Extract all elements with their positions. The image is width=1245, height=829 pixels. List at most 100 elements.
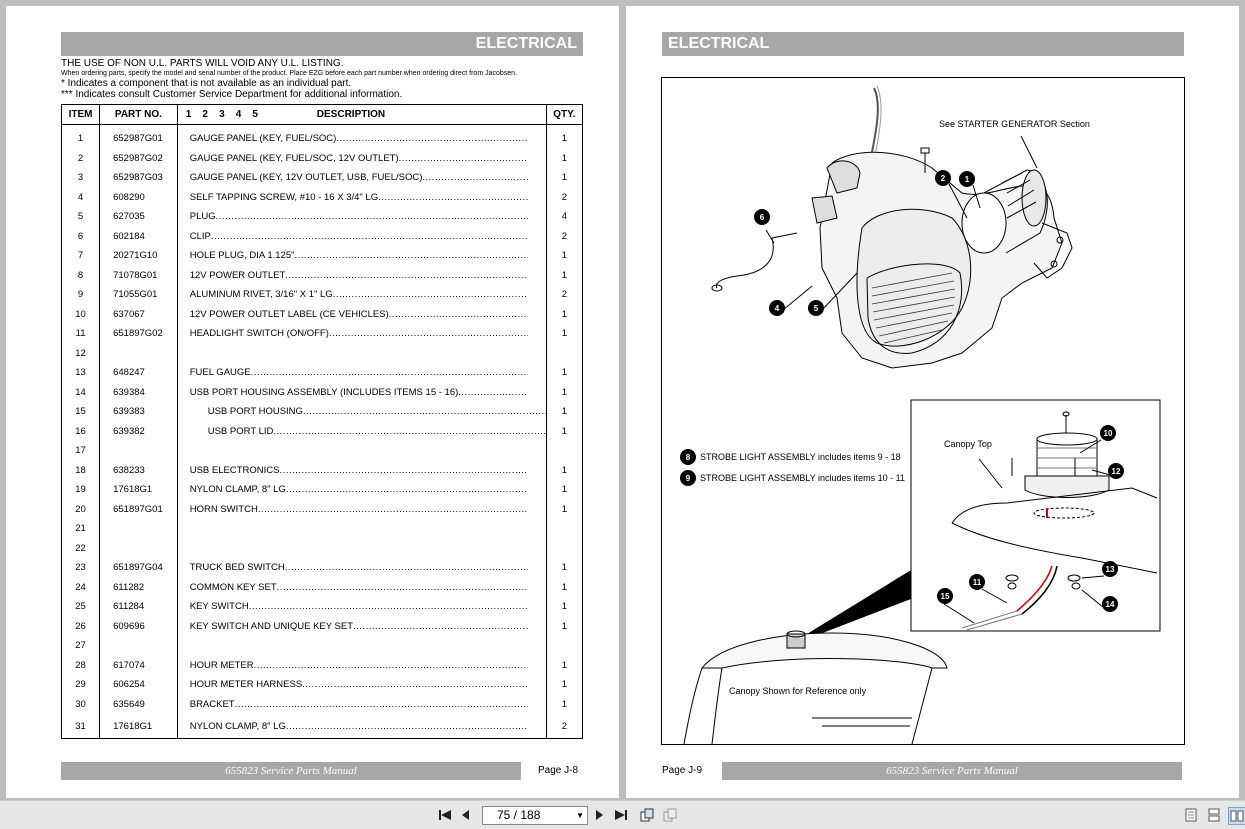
svg-text:13: 13 [1106,565,1115,574]
part-description: HOUR METER [176,655,547,675]
item-number: 18 [60,460,101,480]
svg-text:9: 9 [686,474,691,483]
item-number: 3 [60,168,101,188]
quantity: 1 [545,363,584,383]
facing-pages-view-icon[interactable] [1228,807,1245,825]
item-number: 28 [60,655,101,675]
part-number: 17618G1 [99,714,178,739]
part-description [176,538,547,558]
svg-text:14: 14 [1106,600,1115,609]
quantity: 1 [545,304,584,324]
part-number: 617074 [99,655,178,675]
header-qty: QTY. [545,104,584,125]
label-strobe-8: STROBE LIGHT ASSEMBLY includes items 9 -… [700,452,901,462]
part-number [99,519,178,539]
item-number: 25 [60,597,101,617]
quantity: 1 [545,324,584,344]
quantity [545,441,584,461]
part-description: USB PORT LID [176,421,547,441]
table-row: 29606254HOUR METER HARNESS1 [60,675,584,695]
table-row: 30635649BRACKET1 [60,694,584,714]
label-starter-generator: See STARTER GENERATOR Section [939,119,1090,129]
note-triple-asterisk: *** Indicates consult Customer Service D… [61,89,403,100]
part-description [176,441,547,461]
next-view-icon[interactable] [662,807,678,823]
part-number: 639383 [99,402,178,422]
table-header-row: ITEM PART NO. 1 2 3 4 5 DESCRIPTION QTY. [60,104,584,125]
first-page-icon[interactable] [437,807,453,823]
part-description [176,519,547,539]
svg-text:10: 10 [1104,429,1113,438]
table-row: 23651897G04TRUCK BED SWITCH1 [60,558,584,578]
quantity: 1 [545,499,584,519]
previous-view-icon[interactable] [639,807,655,823]
quantity: 1 [545,558,584,578]
label-canopy-top: Canopy Top [944,439,992,449]
item-number: 30 [60,694,101,714]
last-page-icon[interactable] [613,807,629,823]
svg-text:2: 2 [941,174,946,183]
page-number: Page J-9 [662,765,703,776]
table-row: 22 [60,538,584,558]
header-levels: 1 2 3 4 5 [185,109,258,120]
table-row: 21 [60,519,584,539]
item-number: 5 [60,207,101,227]
item-number: 24 [60,577,101,597]
quantity: 1 [545,577,584,597]
continuous-view-icon[interactable] [1207,807,1221,823]
next-page-icon[interactable] [592,807,606,823]
part-number [99,636,178,656]
callout-9: 9 [680,470,696,486]
part-number: 648247 [99,363,178,383]
section-title: ELECTRICAL [475,35,577,52]
table-row: 25611284KEY SWITCH1 [60,597,584,617]
single-page-view-icon[interactable] [1184,807,1198,823]
label-canopy-reference: Canopy Shown for Reference only [729,686,867,696]
page-number: Page J-8 [538,765,579,776]
section-header: ELECTRICAL [662,32,1184,56]
quantity: 1 [545,124,584,149]
callout-11: 11 [969,574,985,590]
item-number: 17 [60,441,101,461]
table-row: 720271G10HOLE PLUG, DIA 1.125"1 [60,246,584,266]
item-number: 13 [60,363,101,383]
svg-text:6: 6 [760,213,765,222]
page-number-input[interactable]: 75 / 188 ▼ [482,806,588,825]
parts-table: ITEM PART NO. 1 2 3 4 5 DESCRIPTION QTY.… [60,104,584,739]
quantity: 1 [545,246,584,266]
item-number: 14 [60,382,101,402]
part-number: 652987G03 [99,168,178,188]
table-row: 28617074HOUR METER1 [60,655,584,675]
part-description: USB PORT HOUSING ASSEMBLY (INCLUDES ITEM… [176,382,547,402]
table-row: 11651897G02HEADLIGHT SWITCH (ON/OFF)1 [60,324,584,344]
part-number: 71055G01 [99,285,178,305]
header-description-label: DESCRIPTION [316,109,386,120]
note-asterisk: * Indicates a component that is not avai… [61,78,352,89]
part-number: 639382 [99,421,178,441]
callout-5: 5 [808,300,824,316]
header-part-no: PART NO. [99,104,178,125]
part-number: 652987G01 [99,124,178,149]
quantity: 1 [545,480,584,500]
table-row: 26609696KEY SWITCH AND UNIQUE KEY SET1 [60,616,584,636]
left-page: ELECTRICAL THE USE OF NON U.L. PARTS WIL… [6,6,619,798]
quantity: 1 [545,460,584,480]
part-number: 17618G1 [99,480,178,500]
exploded-diagram: 1 2 4 5 6 10 12 11 15 13 14 8 9 See STAR… [661,77,1185,745]
part-description [176,636,547,656]
table-row: 871078G0112V POWER OUTLET1 [60,265,584,285]
table-row: 1917618G1NYLON CLAMP, 8" LG1 [60,480,584,500]
table-row: 12 [60,343,584,363]
item-number: 1 [60,124,101,149]
item-number: 11 [60,324,101,344]
svg-text:12: 12 [1112,467,1121,476]
chevron-down-icon[interactable]: ▼ [562,807,584,824]
previous-page-icon[interactable] [459,807,473,823]
part-description: CLIP [176,226,547,246]
quantity: 1 [545,382,584,402]
callout-12: 12 [1108,463,1124,479]
callout-4: 4 [769,300,785,316]
item-number: 22 [60,538,101,558]
table-row: 6602184CLIP2 [60,226,584,246]
part-number: 639384 [99,382,178,402]
